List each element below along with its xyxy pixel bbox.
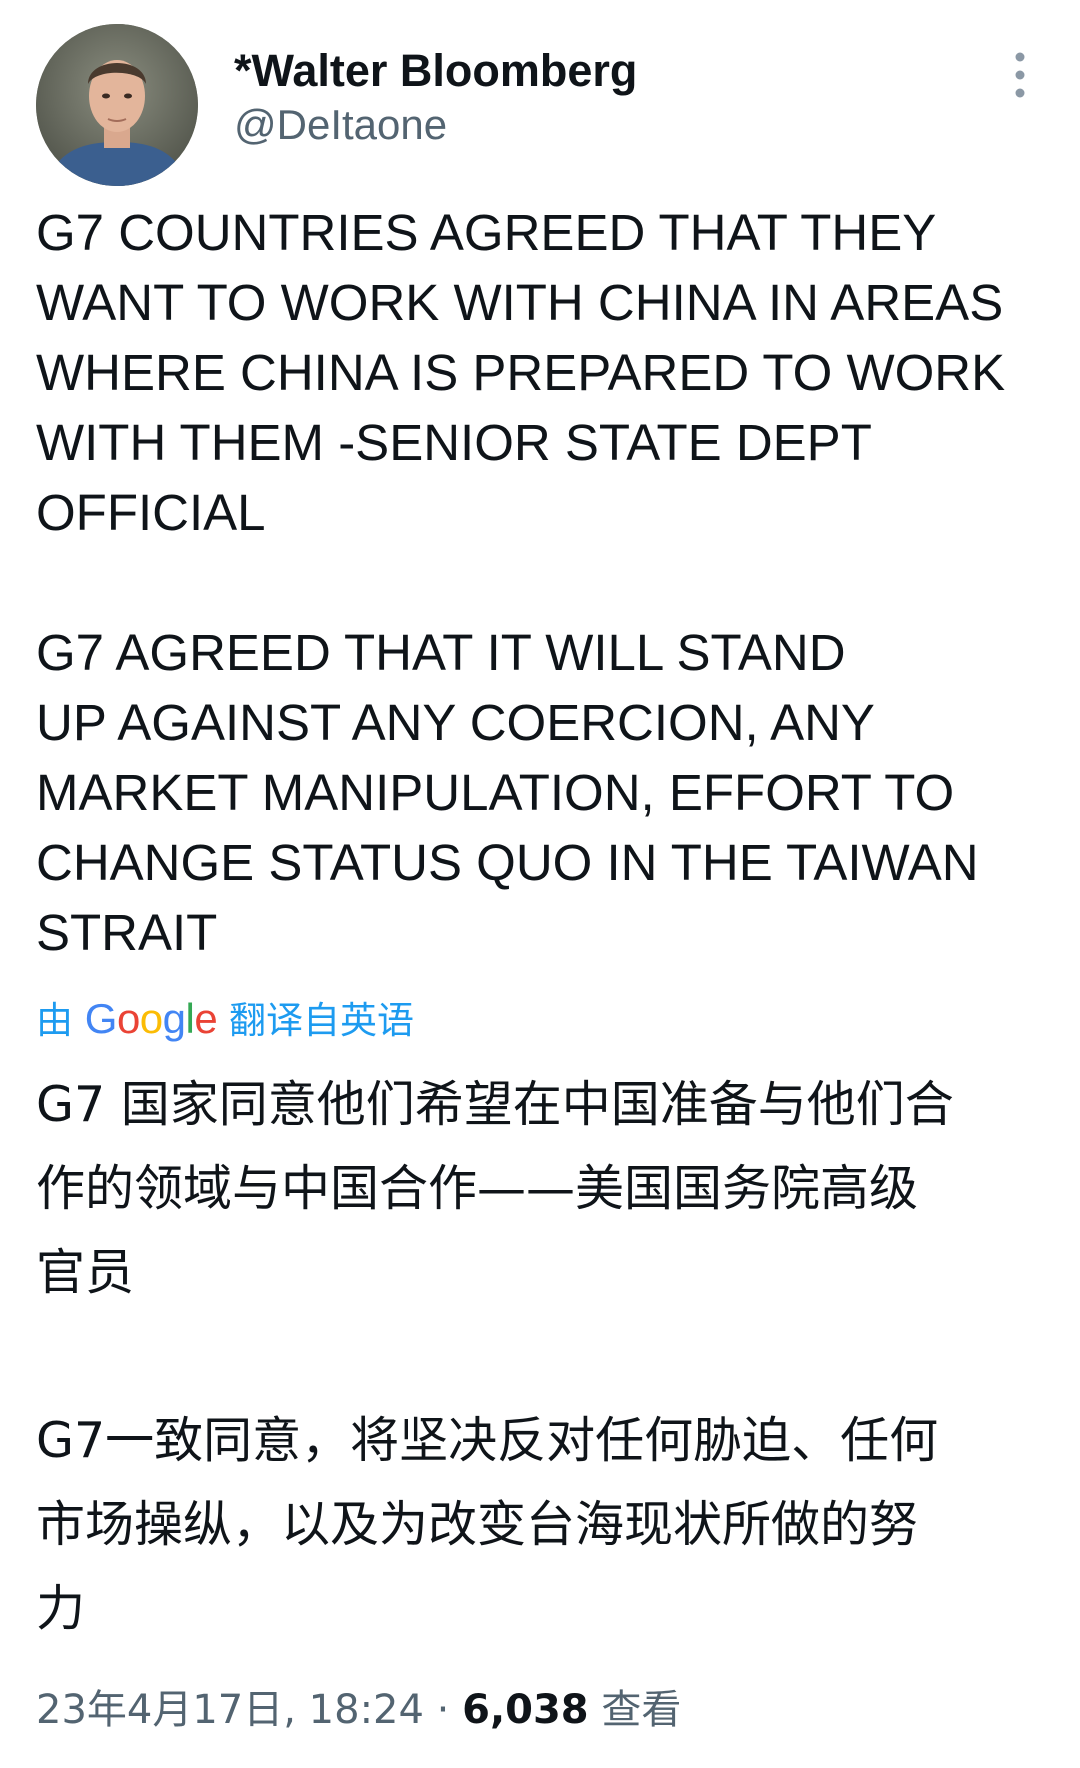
tweet-paragraph: G7 COUNTRIES AGREED THAT THEY WANT TO WO… <box>36 204 1006 541</box>
avatar[interactable] <box>36 24 198 186</box>
views-count[interactable]: 6,038 <box>462 1687 589 1733</box>
more-button[interactable] <box>1002 50 1038 100</box>
translated-text: G7 国家同意他们希望在中国准备与他们合 作的领域与中国合作——美国国务院高级 … <box>36 1063 1046 1651</box>
translated-by-google[interactable]: 由 Google 翻译自英语 <box>36 994 414 1046</box>
views-label: 查看 <box>601 1687 682 1733</box>
translated-suffix: 翻译自英语 <box>228 999 414 1042</box>
author-info: *Walter Bloomberg @DeItaone <box>234 44 637 152</box>
translated-prefix: 由 <box>36 999 73 1042</box>
display-name[interactable]: *Walter Bloomberg <box>234 44 637 98</box>
handle[interactable]: @DeItaone <box>234 98 637 152</box>
timestamp[interactable]: 23年4月17日, 18:24 <box>36 1687 424 1733</box>
more-vertical-icon <box>1015 52 1025 98</box>
meta-separator: · <box>436 1687 450 1733</box>
tweet-paragraph: G7 AGREED THAT IT WILL STAND UP AGAINST … <box>36 624 979 961</box>
tweet-meta: 23年4月17日, 18:24 · 6,038 查看 <box>36 1682 681 1738</box>
google-logo: Google <box>84 995 218 1042</box>
tweet-text: G7 COUNTRIES AGREED THAT THEY WANT TO WO… <box>36 198 1046 968</box>
translation-paragraph: G7 国家同意他们希望在中国准备与他们合 作的领域与中国合作——美国国务院高级 … <box>36 1076 954 1301</box>
translation-paragraph: G7一致同意，将坚决反对任何胁迫、任何 市场操纵，以及为改变台海现状所做的努 力 <box>36 1412 939 1637</box>
